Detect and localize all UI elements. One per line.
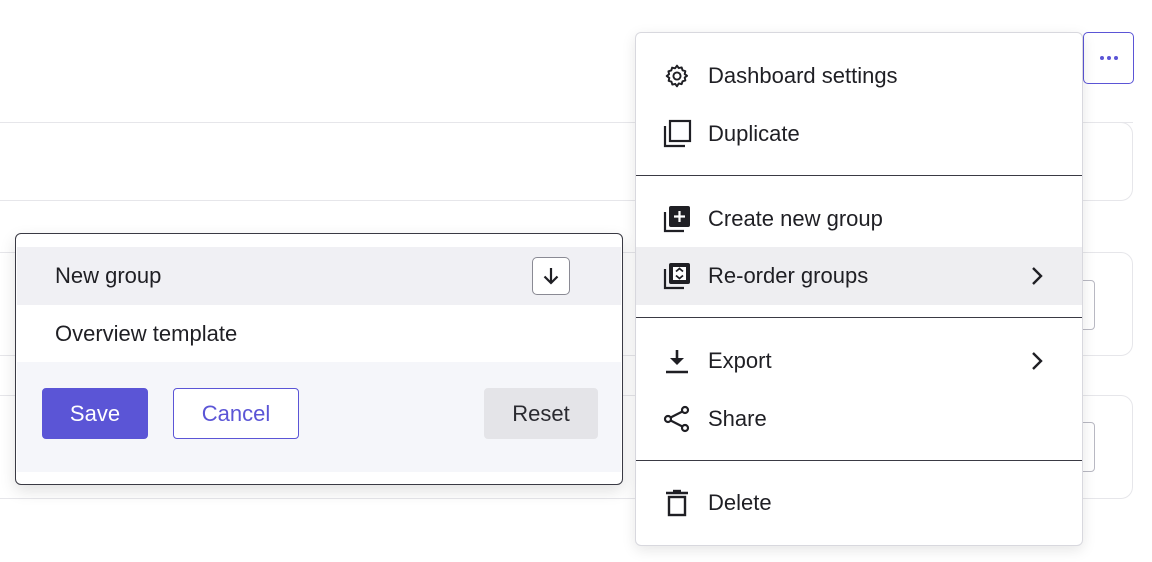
menu-item-label: Re-order groups [708, 263, 869, 288]
cancel-button[interactable]: Cancel [173, 388, 299, 439]
arrow-down-icon [543, 268, 559, 285]
menu-item-label: Dashboard settings [708, 63, 898, 88]
dashboard-actions-menu: Dashboard settings Duplicate Create new … [635, 32, 1083, 546]
move-down-button[interactable] [532, 257, 570, 295]
menu-item-duplicate[interactable]: Duplicate [636, 105, 1082, 163]
reorder-groups-popover: New group Overview template Save Cancel … [15, 233, 623, 485]
menu-item-label: Delete [708, 490, 772, 515]
group-list-item[interactable]: Overview template [17, 305, 621, 363]
menu-divider [636, 460, 1082, 461]
save-button[interactable]: Save [42, 388, 148, 439]
menu-item-create-new-group[interactable]: Create new group [636, 190, 1082, 248]
download-icon [662, 346, 692, 376]
chevron-right-icon [1032, 352, 1043, 370]
menu-item-delete[interactable]: Delete [636, 474, 1082, 532]
menu-item-label: Duplicate [708, 121, 800, 146]
reorder-groups-icon [662, 261, 692, 291]
group-list-item[interactable]: New group [17, 247, 621, 305]
menu-divider [636, 175, 1082, 176]
menu-item-label: Create new group [708, 206, 883, 231]
ellipsis-icon [1099, 56, 1118, 60]
menu-item-export[interactable]: Export [636, 332, 1082, 390]
add-group-icon [662, 204, 692, 234]
menu-item-dashboard-settings[interactable]: Dashboard settings [636, 47, 1082, 105]
more-actions-button[interactable] [1083, 32, 1134, 84]
duplicate-icon [662, 119, 692, 149]
menu-item-label: Export [708, 348, 772, 373]
popover-footer: Save Cancel Reset [17, 362, 621, 472]
group-label: Overview template [55, 321, 238, 346]
trash-icon [662, 488, 692, 518]
share-icon [662, 404, 692, 434]
menu-item-reorder-groups[interactable]: Re-order groups [636, 247, 1082, 305]
gear-icon [662, 61, 692, 91]
menu-item-share[interactable]: Share [636, 390, 1082, 448]
reset-button[interactable]: Reset [484, 388, 598, 439]
menu-divider [636, 317, 1082, 318]
menu-item-label: Share [708, 406, 767, 431]
group-label: New group [55, 263, 162, 288]
chevron-right-icon [1032, 267, 1043, 285]
